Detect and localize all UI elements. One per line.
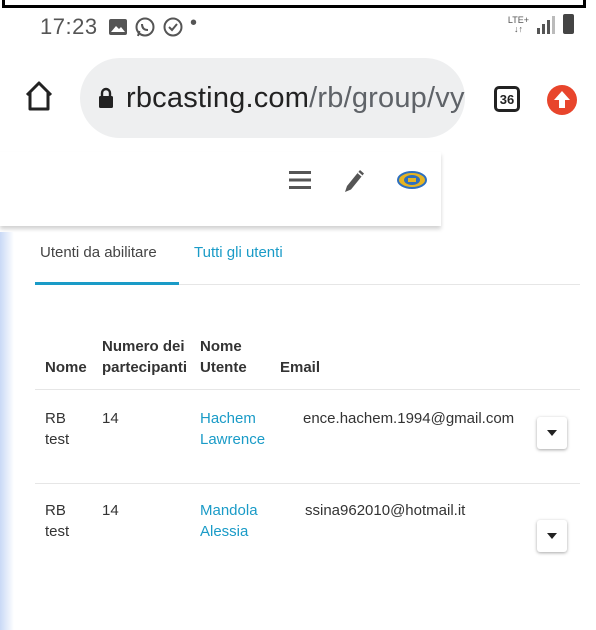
tab-tutti-gli-utenti[interactable]: Tutti gli utenti bbox=[194, 244, 283, 261]
header-nome-utente: Nome Utente bbox=[200, 338, 247, 376]
cell-partecipanti: 14 bbox=[102, 410, 119, 427]
url-text: rbcasting.com/rb/group/vy bbox=[126, 82, 465, 115]
screenshot-frame bbox=[2, 0, 586, 8]
row-actions-dropdown[interactable] bbox=[537, 520, 567, 552]
site-header bbox=[0, 152, 441, 226]
logo-icon[interactable] bbox=[397, 170, 427, 190]
cell-nome: RB test bbox=[45, 502, 70, 540]
table-row: RB test 14 Mandola Alessia ssina962010@h… bbox=[35, 483, 580, 584]
user-tabs: Utenti da abilitare Tutti gli utenti bbox=[35, 234, 580, 285]
cell-nome-utente-link[interactable]: Hachem Lawrence bbox=[200, 408, 265, 450]
url-bar[interactable]: rbcasting.com/rb/group/vy bbox=[80, 58, 465, 138]
check-circle-icon bbox=[163, 17, 183, 37]
notification-icons bbox=[108, 16, 184, 38]
lock-icon bbox=[99, 87, 113, 108]
hamburger-menu-icon[interactable] bbox=[289, 169, 311, 191]
cell-nome-utente-link[interactable]: Mandola Alessia bbox=[200, 500, 258, 542]
cell-email: ence.hachem.1994@gmail.com bbox=[303, 410, 515, 427]
status-dot: • bbox=[190, 12, 198, 34]
status-right: LTE+ ↓↑ bbox=[508, 14, 574, 34]
status-time: 17:23 bbox=[40, 14, 98, 39]
header-email: Email bbox=[280, 359, 321, 376]
url-path: /rb/group/vy bbox=[309, 81, 465, 114]
row-actions-dropdown[interactable] bbox=[537, 417, 567, 449]
update-available-icon[interactable] bbox=[545, 83, 579, 117]
pencil-icon[interactable] bbox=[341, 166, 367, 194]
image-icon bbox=[109, 19, 127, 35]
cell-nome: RB test bbox=[45, 410, 70, 448]
tab-switcher-button[interactable]: 36 bbox=[494, 86, 520, 112]
signal-icon bbox=[537, 16, 555, 34]
header-nome: Nome bbox=[45, 359, 87, 376]
caret-down-icon bbox=[547, 533, 557, 539]
caret-down-icon bbox=[547, 430, 557, 436]
browser-toolbar: rbcasting.com/rb/group/vy 36 bbox=[0, 56, 596, 146]
tab-utenti-da-abilitare[interactable]: Utenti da abilitare bbox=[40, 244, 157, 261]
header-numero-partecipanti: Numero dei partecipanti bbox=[102, 338, 188, 376]
whatsapp-icon bbox=[135, 17, 155, 37]
cell-email: ssina962010@hotmail.it bbox=[305, 502, 466, 519]
network-type: LTE+ ↓↑ bbox=[507, 15, 529, 34]
status-bar: 17:23 • LTE+ ↓↑ bbox=[0, 10, 596, 46]
cell-partecipanti: 14 bbox=[102, 502, 119, 519]
url-host: rbcasting.com bbox=[126, 81, 310, 114]
left-edge-accent bbox=[0, 232, 14, 630]
active-tab-indicator bbox=[35, 282, 179, 285]
home-icon[interactable] bbox=[24, 80, 54, 112]
battery-icon bbox=[563, 14, 574, 34]
table-row: RB test 14 Hachem Lawrence ence.hachem.1… bbox=[35, 389, 580, 484]
